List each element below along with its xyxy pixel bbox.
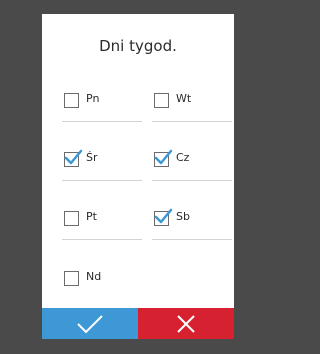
- day-option-wt[interactable]: Wt: [152, 88, 232, 128]
- day-label: Nd: [86, 270, 102, 283]
- day-label: Wt: [176, 92, 192, 105]
- day-picker-dialog: Dni tygod. Pn Wt Śr Cz Pt Sb Nd: [42, 14, 234, 339]
- day-option-pn[interactable]: Pn: [62, 88, 142, 128]
- divider: [62, 180, 142, 181]
- day-option-sr[interactable]: Śr: [62, 147, 142, 187]
- day-option-sb[interactable]: Sb: [152, 206, 232, 246]
- checkbox[interactable]: [64, 149, 83, 167]
- cancel-button[interactable]: [138, 308, 234, 339]
- checkbox[interactable]: [154, 93, 169, 108]
- day-label: Cz: [176, 151, 190, 164]
- checkmark-icon: [64, 149, 83, 165]
- divider: [152, 180, 232, 181]
- day-label: Śr: [86, 151, 98, 164]
- checkbox[interactable]: [64, 211, 79, 226]
- close-icon: [177, 314, 195, 333]
- checkmark-icon: [77, 314, 103, 333]
- dialog-title: Dni tygod.: [99, 37, 177, 55]
- divider: [62, 239, 142, 240]
- confirm-button[interactable]: [42, 308, 138, 339]
- checkbox[interactable]: [154, 208, 173, 226]
- day-label: Sb: [176, 210, 190, 223]
- day-label: Pt: [86, 210, 97, 223]
- day-option-cz[interactable]: Cz: [152, 147, 232, 187]
- divider: [152, 121, 232, 122]
- day-option-nd[interactable]: Nd: [62, 266, 142, 306]
- checkbox[interactable]: [64, 93, 79, 108]
- divider: [62, 121, 142, 122]
- day-label: Pn: [86, 92, 100, 105]
- checkmark-icon: [154, 208, 173, 224]
- checkbox[interactable]: [154, 149, 173, 167]
- checkmark-icon: [154, 149, 173, 165]
- checkbox[interactable]: [64, 271, 79, 286]
- divider: [152, 239, 232, 240]
- day-option-pt[interactable]: Pt: [62, 206, 142, 246]
